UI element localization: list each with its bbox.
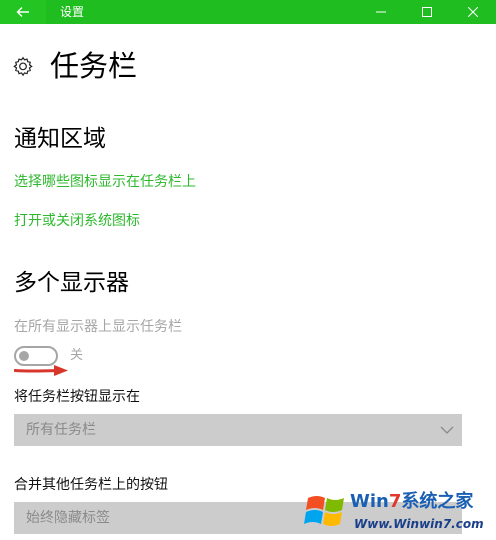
maximize-button[interactable] [404,0,450,24]
minimize-icon [376,11,386,13]
combine-buttons-label: 合并其他任务栏上的按钮 [14,477,168,493]
combine-buttons-value: 始终隐藏标签 [26,510,110,526]
back-button[interactable] [0,0,46,24]
buttons-position-value: 所有任务栏 [26,422,96,438]
buttons-position-dropdown[interactable]: 所有任务栏 [14,414,462,446]
multiple-displays-heading: 多个显示器 [14,270,129,296]
buttons-position-label: 将任务栏按钮显示在 [14,389,140,405]
system-icons-link[interactable]: 打开或关闭系统图标 [14,211,140,231]
close-button[interactable] [450,0,496,24]
back-arrow-icon [16,7,29,17]
watermark-brand: Win7系统之家 [350,491,474,512]
maximize-icon [422,7,432,17]
show-on-all-displays-label: 在所有显示器上显示任务栏 [14,319,182,335]
window-title: 设置 [60,5,85,19]
toggle-knob [19,351,29,361]
close-icon [468,7,478,17]
page-title: 任务栏 [50,49,138,83]
red-arrow-annotation-icon [14,365,68,376]
chevron-down-icon [440,426,454,434]
toggle-state-label: 关 [70,348,84,363]
windows-logo-icon [304,496,344,526]
notification-area-heading: 通知区域 [14,126,106,152]
gear-icon [13,56,33,77]
minimize-button[interactable] [358,0,404,24]
site-watermark: Win7系统之家 Www.Winwin7.com [300,486,496,540]
select-taskbar-icons-link[interactable]: 选择哪些图标显示在任务栏上 [14,172,196,192]
watermark-url: Www.Winwin7.com [354,517,484,531]
title-bar: 设置 [0,0,496,24]
